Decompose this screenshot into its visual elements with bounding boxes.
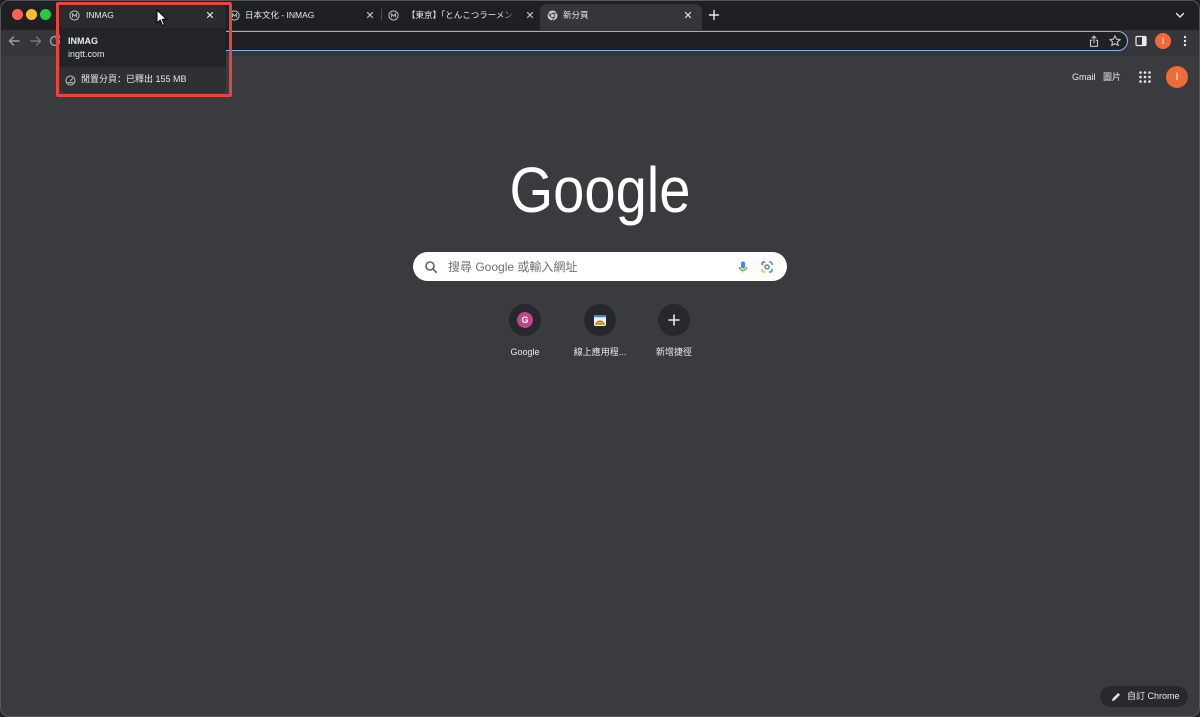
hover-card-memory-section: 閒置分頁：已釋出 155 MB [60,67,226,93]
search-box[interactable] [413,252,787,281]
inmag-favicon-icon [68,9,80,21]
browser-window: INMAG 日本文化 - INMAG 【東京】「とんこつラーメン 新分頁 I G… [0,0,1200,717]
forward-icon[interactable] [28,33,44,49]
account-avatar[interactable]: I [1166,66,1188,88]
shortcut-web-store[interactable]: 線上應用程... [565,302,635,360]
tab-strip: INMAG 日本文化 - INMAG 【東京】「とんこつラーメン 新分頁 [0,0,1200,30]
shortcut-label: 新增捷徑 [655,347,692,357]
shortcut-icon-circle [658,304,690,336]
close-tab-icon[interactable] [203,8,217,22]
close-tab-icon[interactable] [363,8,377,22]
google-logo: Google [510,154,691,226]
window-close-button[interactable] [11,9,23,20]
shortcut-add[interactable]: 新增捷徑 [639,302,709,360]
share-icon[interactable] [1087,34,1101,48]
tab-title: INMAG [86,10,114,20]
bookmark-star-icon[interactable] [1108,34,1122,48]
google-logo-text: Google [510,154,691,226]
tab-title: 【東京】「とんこつラーメン [407,10,513,20]
back-icon[interactable] [6,33,22,49]
google-favicon-icon: G [517,312,533,328]
tab-title: 新分頁 [563,10,589,20]
tab-search-chevron-down-icon[interactable] [1173,8,1187,22]
mouse-cursor-icon [156,9,167,26]
search-input[interactable] [448,252,728,281]
new-tab-page: Gmail 圖片 I Google G Google [0,56,1200,717]
shortcut-label: Google [510,347,540,357]
shortcut-google[interactable]: G Google [490,302,560,360]
customize-chrome-button[interactable]: 自訂 Chrome [1100,686,1188,707]
shortcut-label: 線上應用程... [573,347,627,357]
profile-avatar[interactable]: I [1155,33,1171,49]
chrome-favicon-icon [547,10,558,21]
plus-icon [666,312,682,328]
more-menu-icon[interactable] [1178,34,1192,48]
side-panel-icon[interactable] [1134,34,1148,48]
shortcut-icon-circle: G [509,304,541,336]
gmail-link[interactable]: Gmail [1072,71,1096,83]
images-link[interactable]: 圖片 [1103,71,1121,83]
close-tab-icon[interactable] [681,8,695,22]
lens-icon[interactable] [760,260,774,274]
tab-new-tab[interactable]: 新分頁 [540,4,702,30]
tab-japanese-culture[interactable]: 日本文化 - INMAG [222,4,382,30]
inmag-favicon-icon [387,9,399,21]
hover-card-title: INMAG [68,36,98,46]
new-tab-plus-icon[interactable] [707,8,721,22]
inmag-favicon-icon [228,9,240,21]
customize-chrome-label: 自訂 Chrome [1127,691,1180,701]
hover-card-domain: ingtt.com [68,49,105,59]
window-zoom-button[interactable] [39,9,51,20]
tab-tokyo-ramen[interactable]: 【東京】「とんこつラーメン [382,4,540,30]
tab-title: 日本文化 - INMAG [245,10,315,20]
tab-inmag[interactable]: INMAG [60,4,226,30]
search-icon [424,260,438,274]
apps-grid-icon[interactable] [1138,70,1152,84]
tab-hover-card: INMAG ingtt.com 閒置分頁：已釋出 155 MB [60,28,226,93]
web-store-icon [592,312,608,328]
shortcut-icon-circle [584,304,616,336]
memory-saver-icon [65,75,76,86]
voice-search-icon[interactable] [736,260,750,274]
pencil-icon [1110,691,1122,703]
close-tab-icon[interactable] [523,8,537,22]
hover-card-memory-text: 閒置分頁：已釋出 155 MB [81,74,187,84]
window-minimize-button[interactable] [25,9,37,20]
